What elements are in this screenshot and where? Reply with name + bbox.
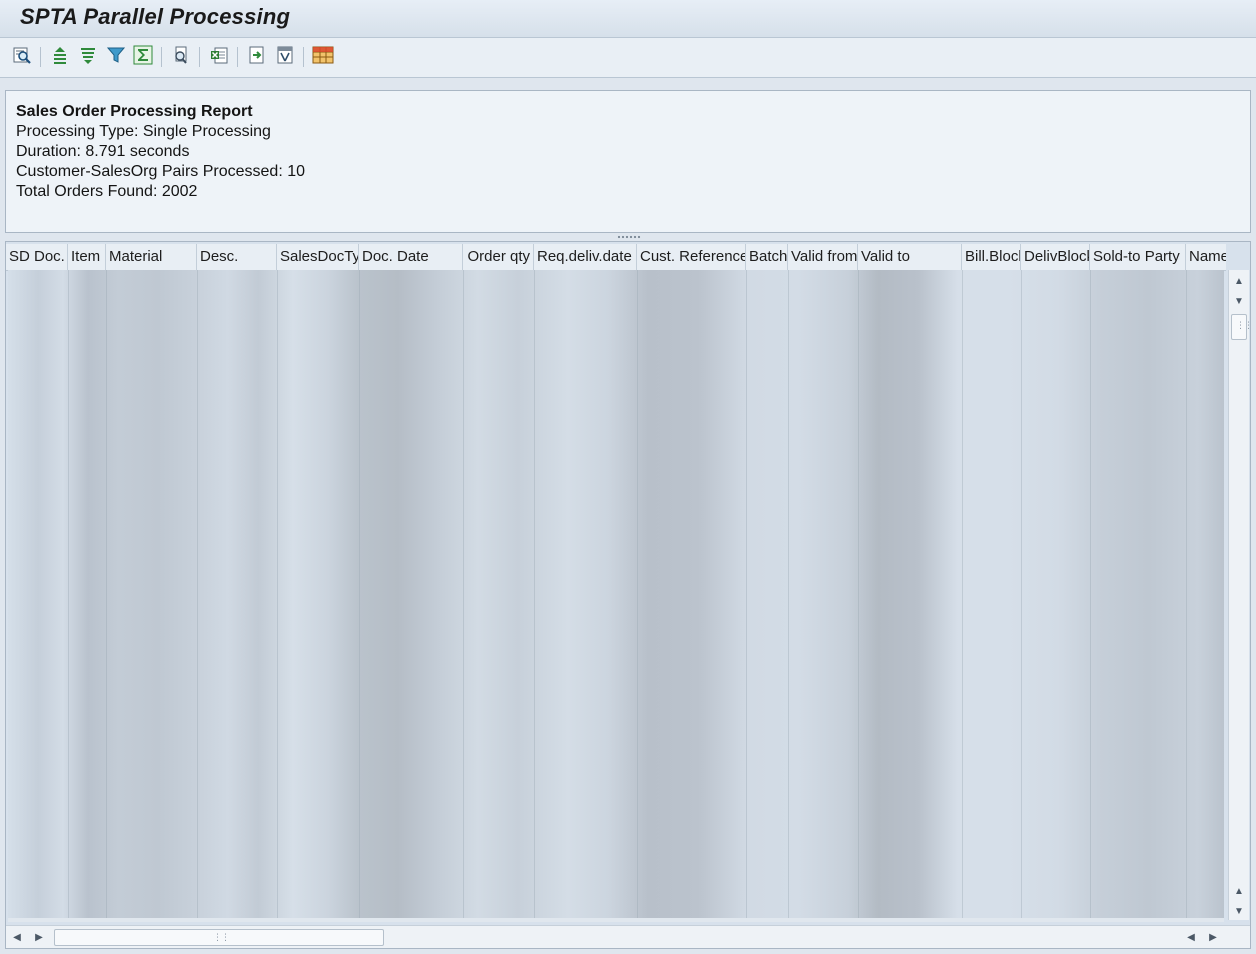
column-header-batch[interactable]: Batch (746, 244, 788, 270)
toolbar-separator (40, 47, 41, 67)
print-preview-icon (171, 45, 191, 70)
grip-icon: ⋮⋮ (213, 932, 230, 942)
column-divider (197, 270, 198, 918)
vertical-scroll-thumb[interactable]: ⋮⋮ (1231, 314, 1250, 340)
column-divider (277, 270, 278, 918)
scroll-up-button[interactable]: ▲ (1232, 884, 1246, 898)
sort-descending-button[interactable] (76, 46, 100, 68)
vertical-scrollbar[interactable]: ▲ ▼ ⋮⋮ ▲ ▼ (1228, 270, 1250, 920)
column-header-cust-reference[interactable]: Cust. Reference (637, 244, 746, 270)
column-header-req-deliv-date[interactable]: Req.deliv.date (534, 244, 637, 270)
chevron-left-icon: ◀ (13, 931, 21, 943)
total-orders-text: Total Orders Found: 2002 (16, 183, 198, 200)
column-header-name[interactable]: Name (1186, 244, 1226, 270)
column-divider (1090, 270, 1091, 918)
chevron-left-icon: ◀ (1187, 931, 1195, 943)
grid-header: SD Doc. Item Material Desc. SalesDocTy D… (6, 244, 1226, 271)
pairs-processed-text: Customer-SalesOrg Pairs Processed: 10 (16, 163, 305, 180)
scroll-bottom-button[interactable]: ▼ (1232, 904, 1246, 918)
column-header-order-qty[interactable]: Order qty (463, 244, 534, 270)
column-divider (637, 270, 638, 918)
column-header-salesdocty[interactable]: SalesDocTy (277, 244, 359, 270)
scroll-far-left-button[interactable]: ◀ (1184, 930, 1198, 944)
column-divider (788, 270, 789, 918)
column-header-sd-doc[interactable]: SD Doc. (6, 244, 68, 270)
grip-icon: ⋮⋮ (1236, 320, 1251, 330)
scroll-right-button[interactable]: ▶ (32, 930, 46, 944)
word-processing-button[interactable] (273, 46, 297, 68)
report-title: Sales Order Processing Report (16, 103, 253, 120)
grid-footer-strip (8, 918, 1224, 922)
column-divider (1021, 270, 1022, 918)
word-processing-icon (275, 45, 295, 70)
column-divider (463, 270, 464, 918)
chevron-right-icon: ▶ (35, 931, 43, 943)
column-divider (962, 270, 963, 918)
scroll-down-button[interactable]: ▼ (1232, 294, 1246, 308)
column-header-deliv-block[interactable]: DelivBlock (1021, 244, 1090, 270)
export-button[interactable] (245, 46, 269, 68)
title-bar: SPTA Parallel Processing (0, 0, 1256, 38)
excel-button[interactable] (207, 46, 231, 68)
print-preview-button[interactable] (169, 46, 193, 68)
chevron-up-icon: ▲ (1234, 885, 1244, 897)
column-header-material[interactable]: Material (106, 244, 197, 270)
chevron-right-icon: ▶ (1209, 931, 1217, 943)
column-divider (106, 270, 107, 918)
toolbar-separator (237, 47, 238, 67)
scroll-far-right-button[interactable]: ▶ (1206, 930, 1220, 944)
column-divider (359, 270, 360, 918)
excel-export-icon (209, 45, 229, 70)
horizontal-scroll-thumb[interactable]: ⋮⋮ (54, 929, 384, 946)
total-button[interactable] (131, 45, 155, 70)
column-divider (858, 270, 859, 918)
grid-body-blurred-rows[interactable] (8, 270, 1224, 918)
details-magnifier-icon (12, 45, 32, 70)
sum-icon (133, 45, 153, 70)
column-divider (68, 270, 69, 918)
processing-type-text: Processing Type: Single Processing (16, 123, 271, 140)
toolbar-separator (199, 47, 200, 67)
column-header-valid-to[interactable]: Valid to (858, 244, 962, 270)
column-divider (746, 270, 747, 918)
app-title: SPTA Parallel Processing (20, 4, 291, 29)
column-header-desc[interactable]: Desc. (197, 244, 277, 270)
change-layout-button[interactable] (311, 46, 335, 68)
layout-grid-icon (312, 45, 334, 70)
horizontal-scrollbar[interactable]: ◀ ▶ ⋮⋮ ◀ ▶ (6, 925, 1250, 948)
column-header-item[interactable]: Item (68, 244, 106, 270)
filter-icon (106, 45, 126, 70)
toolbar-separator (161, 47, 162, 67)
filter-button[interactable] (104, 46, 128, 68)
splitter-grip-icon (617, 235, 641, 239)
scroll-top-icon: ▲ (1234, 275, 1244, 287)
scroll-bottom-icon: ▼ (1234, 905, 1244, 917)
column-header-bill-block[interactable]: Bill.Block (962, 244, 1021, 270)
toolbar-separator (303, 47, 304, 67)
alv-toolbar (0, 38, 1256, 78)
column-header-doc-date[interactable]: Doc. Date (359, 244, 463, 270)
details-button[interactable] (10, 46, 34, 68)
export-icon (247, 45, 267, 70)
chevron-down-icon: ▼ (1234, 295, 1244, 307)
column-header-sold-to-party[interactable]: Sold-to Party (1090, 244, 1186, 270)
scroll-left-button[interactable]: ◀ (10, 930, 24, 944)
report-header-panel: Sales Order Processing Report Processing… (5, 90, 1251, 233)
column-divider (534, 270, 535, 918)
duration-text: Duration: 8.791 seconds (16, 143, 190, 160)
alv-grid: SD Doc. Item Material Desc. SalesDocTy D… (5, 241, 1251, 949)
scroll-top-button[interactable]: ▲ (1232, 274, 1246, 288)
panel-splitter[interactable] (0, 233, 1256, 241)
column-header-valid-from[interactable]: Valid from (788, 244, 858, 270)
sort-ascending-icon (50, 45, 70, 70)
sort-descending-icon (78, 45, 98, 70)
column-divider (1186, 270, 1187, 918)
sort-ascending-button[interactable] (48, 46, 72, 68)
